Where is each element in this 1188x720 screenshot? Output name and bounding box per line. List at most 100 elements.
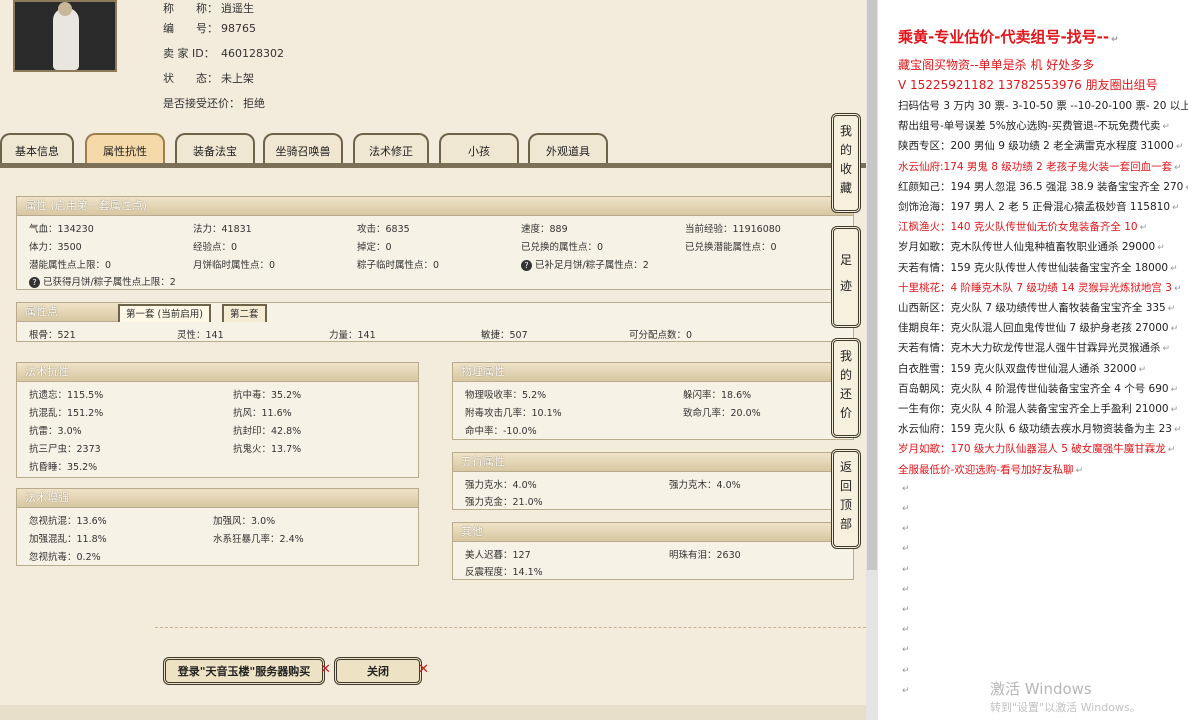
doc-title: 乘黄-专业估价-代卖组号-找号-- ↵ bbox=[898, 28, 1119, 46]
help-icon[interactable]: ? bbox=[521, 260, 532, 271]
avatar-figure bbox=[53, 8, 79, 70]
doc-list-line: 百岛朝风：克火队 4 阶混传世仙装备宝宝齐全 4 个号 690 ↵ bbox=[898, 382, 1179, 395]
doc-list-line: 佳期良年：克火队混人回血鬼传世仙 7 级护身老孩 27000 ↵ bbox=[898, 322, 1179, 335]
tab-equipment[interactable]: 装备法宝 bbox=[175, 133, 255, 163]
resist-seal: 抗封印：42.8% bbox=[233, 426, 302, 437]
tab-spell-mods[interactable]: 法术修正 bbox=[353, 133, 429, 163]
tab-mounts-pets[interactable]: 坐骑召唤兽 bbox=[263, 133, 343, 163]
physical-header: 物理属性 bbox=[453, 363, 853, 382]
category-tabs: 基本信息 属性抗性 装备法宝 坐骑召唤兽 法术修正 小孩 外观道具 bbox=[0, 133, 866, 165]
pt-agility: 敏捷：507 bbox=[481, 330, 528, 341]
tab-divider bbox=[0, 163, 866, 168]
other-header: 其他 bbox=[453, 523, 853, 542]
doc-empty-paragraph: ↵ bbox=[902, 524, 910, 535]
help-icon[interactable]: ? bbox=[29, 277, 40, 288]
tab-children[interactable]: 小孩 bbox=[439, 133, 519, 163]
resist-forget: 抗遗忘：115.5% bbox=[29, 390, 104, 401]
five-metal: 强力克金：21.0% bbox=[465, 497, 543, 508]
side-tab-footprint-label: 足迹 bbox=[839, 253, 852, 293]
document-panel: 乘黄-专业估价-代卖组号-找号-- ↵ 藏宝阁买物资--单单是杀 机 好处多多 V… bbox=[878, 0, 1188, 720]
page-scrollbar-thumb[interactable] bbox=[867, 0, 877, 570]
other-pearl: 明珠有泪：2630 bbox=[669, 550, 741, 561]
attr-redeemed-potential: 已兑换潜能属性点：0 bbox=[685, 242, 777, 253]
doc-line-2: V 15225921182 13782553976 朋友圈出组号 bbox=[898, 78, 1158, 92]
attr-fixed: 掉定：0 bbox=[357, 242, 392, 253]
profile-info: 称 称： 逍遥生 编 号： 98765 卖 家 ID： 460128302 状 态：未… bbox=[163, 0, 284, 120]
doc-list-line: 十里桃花：4 阶睡克木队 7 级功绩 14 灵猴异光炼狱地宫 3 ↵ bbox=[898, 281, 1182, 294]
other-section: 其他 美人迟暮：127 明珠有泪：2630 反震程度：14.1% bbox=[452, 522, 854, 580]
attr-potential-cap: 潜能属性点上限：0 bbox=[29, 260, 112, 271]
doc-empty-paragraph: ↵ bbox=[902, 564, 910, 575]
windows-watermark-sub: 转到"设置"以激活 Windows。 bbox=[990, 701, 1141, 714]
phys-crit: 致命几率：20.0% bbox=[683, 408, 761, 419]
doc-empty-paragraph: ↵ bbox=[902, 665, 910, 676]
resist-sleep: 抗昏睡：35.2% bbox=[29, 462, 98, 473]
close-button[interactable]: 关闭 bbox=[334, 657, 422, 685]
trade-detail-panel: 称 称： 逍遥生 编 号： 98765 卖 家 ID： 460128302 状 态：未… bbox=[0, 0, 866, 720]
boost-ignore-poison: 忽视抗毒：0.2% bbox=[29, 552, 101, 563]
points-set-2-tab[interactable]: 第二套 bbox=[222, 304, 267, 322]
doc-list-line: 山西新区：克火队 7 级功绩传世人畜牧装备宝宝齐全 335 ↵ bbox=[898, 302, 1176, 314]
login-buy-button[interactable]: 登录"天音玉楼"服务器购买 bbox=[163, 657, 325, 685]
attr-mp: 法力：41831 bbox=[193, 224, 252, 235]
doc-list-line: 水云仙府：159 克火队 6 级功绩去疾水月物资装备为主 23 ↵ bbox=[898, 423, 1182, 436]
tab-basic-info[interactable]: 基本信息 bbox=[0, 133, 74, 163]
attr-mooncake-temp: 月饼临时属性点：0 bbox=[193, 260, 276, 271]
doc-list-line: 水云仙府:174 男鬼 8 级功绩 2 老孩子鬼火装一套回血一套 ↵ bbox=[898, 160, 1182, 173]
doc-list-line: 江枫渔火：140 克火队传世仙无价女鬼装备齐全 10 ↵ bbox=[898, 221, 1148, 234]
resist-poison: 抗中毒：35.2% bbox=[233, 390, 302, 401]
attr-obtained-cap-text: 已获得月饼/粽子属性点上限：2 bbox=[43, 277, 176, 288]
close-x-icon: ✕ bbox=[320, 662, 331, 677]
boost-chaos: 加强混乱：11.8% bbox=[29, 534, 107, 545]
pt-spirit: 灵性：141 bbox=[177, 330, 224, 341]
side-tab-favorites-label: 我的收藏 bbox=[839, 124, 852, 195]
other-beauty: 美人迟暮：127 bbox=[465, 550, 531, 561]
doc-empty-paragraph: ↵ bbox=[902, 605, 910, 615]
resist-section: 法术抗性 抗遗忘：115.5% 抗中毒：35.2% 抗混乱：151.2% 抗风：… bbox=[16, 362, 419, 478]
tab-attributes[interactable]: 属性抗性 bbox=[85, 133, 165, 163]
other-reflect: 反震程度：14.1% bbox=[465, 567, 543, 578]
resist-header: 法术抗性 bbox=[17, 363, 418, 382]
points-set-1-tab[interactable]: 第一套 (当前启用) bbox=[118, 304, 211, 322]
bargain-value: 拒绝 bbox=[243, 97, 265, 110]
doc-list-line: 岁月如歌：克木队传世人仙鬼种植畜牧职业通杀 29000 ↵ bbox=[898, 241, 1165, 254]
side-tab-footprint[interactable]: 足迹 bbox=[831, 226, 861, 328]
doc-list-line: 扫码估号 3 万内 30 票- 3-10-50 票 --10-20-100 票-… bbox=[898, 100, 1188, 112]
bottom-strip bbox=[0, 705, 866, 720]
avatar-head bbox=[58, 2, 72, 16]
resist-thunder: 抗雷：3.0% bbox=[29, 426, 82, 437]
code-label: 编 号： bbox=[163, 22, 218, 35]
attributes-section: 属性 (启用第一套属性点) 气血：134230 法力：41831 攻击：6835… bbox=[16, 196, 854, 290]
status-label: 状 态： bbox=[163, 72, 218, 85]
side-tab-my-bargains-label: 我的还价 bbox=[839, 349, 852, 420]
phys-absorb: 物理吸收率：5.2% bbox=[465, 390, 547, 401]
attributes-header: 属性 (启用第一套属性点) bbox=[17, 197, 853, 216]
doc-list-line: 天若有情：159 克火队传世人传世仙装备宝宝齐全 18000 ↵ bbox=[898, 261, 1178, 274]
doc-list-line: 白衣胜雪：159 克火队双盘传世仙混人通杀 32000 ↵ bbox=[898, 362, 1147, 375]
doc-empty-paragraph: ↵ bbox=[902, 685, 910, 696]
resist-worm: 抗三尸虫：2373 bbox=[29, 444, 101, 455]
five-water: 强力克水：4.0% bbox=[465, 480, 537, 491]
back-to-top-button[interactable]: 返回顶部 bbox=[831, 449, 861, 549]
doc-empty-paragraph: ↵ bbox=[902, 504, 910, 514]
resist-ghostfire: 抗鬼火：13.7% bbox=[233, 444, 302, 455]
side-tab-favorites[interactable]: 我的收藏 bbox=[831, 113, 861, 213]
doc-list-line: 红颜知己：194 男人忽混 36.5 强混 38.9 装备宝宝齐全 270↵ bbox=[898, 180, 1188, 193]
five-wood: 强力克木：4.0% bbox=[669, 480, 741, 491]
doc-list-line: 剑饰沧海：197 男人 2 老 5 正骨混心猿孟极妙音 115810 ↵ bbox=[898, 201, 1180, 213]
attr-filled-points: ? 已补足月饼/粽子属性点：2 bbox=[521, 257, 649, 271]
pt-available: 可分配点数：0 bbox=[629, 330, 693, 341]
attr-redeemed-points: 已兑换的属性点：0 bbox=[521, 242, 604, 253]
doc-list-line: 岁月如歌：170 级大力队仙器混人 5 破女魔强牛魔甘霖龙 ↵ bbox=[898, 443, 1176, 456]
doc-line-1: 藏宝阁买物资--单单是杀 机 好处多多 bbox=[898, 58, 1095, 72]
doc-list-line: 一生有你：克火队 4 阶混人装备宝宝齐全上手盈利 21000 ↵ bbox=[898, 403, 1179, 415]
seller-value: 460128302 bbox=[221, 47, 284, 60]
side-tab-my-bargains[interactable]: 我的还价 bbox=[831, 338, 861, 438]
profile-seller-row: 卖 家 ID： 460128302 bbox=[163, 45, 284, 70]
profile-bargain-row: 是否接受还价： 拒绝 bbox=[163, 95, 284, 120]
attr-speed: 速度：889 bbox=[521, 224, 568, 235]
bargain-label: 是否接受还价： bbox=[163, 97, 240, 110]
boost-wind: 加强风：3.0% bbox=[213, 516, 276, 527]
phys-hit: 命中率：-10.0% bbox=[465, 426, 537, 437]
tab-appearance[interactable]: 外观道具 bbox=[528, 133, 608, 163]
